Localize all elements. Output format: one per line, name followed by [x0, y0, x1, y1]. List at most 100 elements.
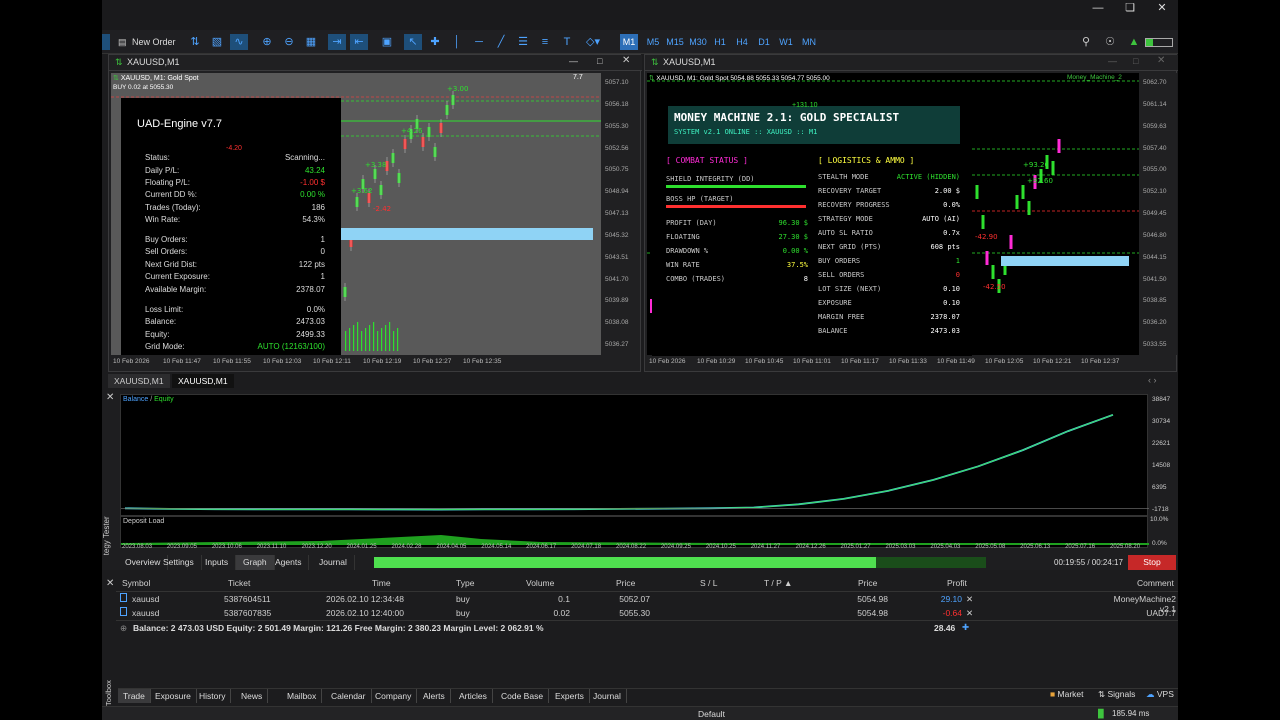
- table-row[interactable]: xauusd 5387604511 2026.02.10 12:34:48 buy 0.…: [116, 592, 1178, 614]
- market-button[interactable]: ■ Market: [1050, 689, 1084, 699]
- title-bar: — ❏ ✕: [102, 0, 1178, 30]
- col-sl[interactable]: S / L: [700, 578, 717, 588]
- account-icon[interactable]: ☉: [1101, 34, 1119, 50]
- profile-name[interactable]: Default: [698, 709, 725, 719]
- toolbox-tab-calendar[interactable]: Calendar: [326, 689, 372, 703]
- tf-m1[interactable]: M1: [620, 34, 638, 50]
- toolbox-tab-company[interactable]: Company: [370, 689, 418, 703]
- window-maximize-button[interactable]: □: [597, 56, 602, 66]
- search-icon[interactable]: ⚲: [1077, 34, 1095, 50]
- toolbox-tab-trade[interactable]: Trade: [118, 689, 151, 703]
- stop-button[interactable]: Stop: [1128, 555, 1176, 570]
- toolbox-tab-exposure[interactable]: Exposure: [150, 689, 197, 703]
- chart-plot-area[interactable]: ⇅ XAUUSD, M1: Gold Spot BUY 0.02 at 5055…: [111, 73, 601, 355]
- toolbox-tab-code-base[interactable]: Code Base: [496, 689, 550, 703]
- logistics-row-label: LOT SIZE (NEXT): [818, 285, 882, 293]
- x-tick: 2024.06.17: [526, 544, 557, 550]
- window-close-button[interactable]: ✕: [1157, 55, 1165, 66]
- zoom-in-icon[interactable]: ⊕: [258, 34, 276, 50]
- tf-m15[interactable]: M15: [664, 34, 686, 50]
- close-position-icon[interactable]: ✕: [966, 608, 973, 619]
- col-symbol[interactable]: Symbol: [122, 578, 150, 588]
- close-tester-button[interactable]: ✕: [106, 392, 114, 403]
- table-row[interactable]: xauusd 5387607835 2026.02.10 12:40:00 buy 0.…: [116, 606, 1178, 620]
- horizontal-line-icon[interactable]: ─: [470, 34, 488, 50]
- line-chart-icon[interactable]: ∿: [230, 34, 248, 50]
- window-minimize-button[interactable]: —: [1108, 56, 1117, 66]
- uad-row-value: 1: [320, 272, 325, 281]
- cell-type: buy: [456, 594, 470, 604]
- minimize-button[interactable]: —: [1082, 0, 1114, 16]
- close-button[interactable]: ✕: [1146, 0, 1178, 16]
- tester-tab-agents[interactable]: Agents: [268, 555, 310, 570]
- close-position-icon[interactable]: ✕: [966, 594, 973, 605]
- grid-icon[interactable]: ▦: [302, 34, 320, 50]
- candlestick-icon[interactable]: ▧: [208, 34, 226, 50]
- tester-tab-inputs[interactable]: Inputs: [198, 555, 237, 570]
- col-type[interactable]: Type: [456, 578, 474, 588]
- screenshot-icon[interactable]: ▣: [378, 34, 396, 50]
- add-icon[interactable]: ✚: [962, 622, 969, 633]
- tf-mn[interactable]: MN: [799, 34, 819, 50]
- maximize-button[interactable]: ❏: [1114, 0, 1146, 16]
- tester-tab-settings[interactable]: Settings: [156, 555, 202, 570]
- col-price[interactable]: Price: [616, 578, 635, 588]
- close-toolbox-button[interactable]: ✕: [106, 578, 114, 589]
- tf-m30[interactable]: M30: [687, 34, 709, 50]
- tf-m5[interactable]: M5: [644, 34, 662, 50]
- chart-window-left[interactable]: ⇅ XAUUSD,M1 — □ ✕ ⇅ XAUUSD, M1: Gold Spo…: [108, 54, 642, 372]
- signals-button[interactable]: ⇅ Signals: [1098, 689, 1135, 700]
- col-comment[interactable]: Comment: [1137, 578, 1174, 588]
- tf-d1[interactable]: D1: [755, 34, 773, 50]
- window-close-button[interactable]: ✕: [622, 55, 630, 66]
- price-tick: 5055.00: [1143, 166, 1167, 174]
- uad-row: Trades (Today): 186: [145, 203, 325, 215]
- chart-tab-1[interactable]: XAUUSD,M1: [108, 374, 170, 388]
- toolbox-tab-mailbox[interactable]: Mailbox: [282, 689, 323, 703]
- col-time[interactable]: Time: [372, 578, 391, 588]
- col-ticket[interactable]: Ticket: [228, 578, 250, 588]
- x-tick: 2025.07.16: [1065, 544, 1096, 550]
- shapes-icon[interactable]: ◇▾: [580, 34, 606, 50]
- col-tp[interactable]: T / P ▲: [764, 578, 792, 588]
- trendline-icon[interactable]: ╱: [492, 34, 510, 50]
- cell-comment: UAD7.7: [1146, 608, 1176, 618]
- fibonacci-icon[interactable]: ≡: [536, 34, 554, 50]
- window-title: XAUUSD,M1: [663, 57, 716, 67]
- window-maximize-button[interactable]: □: [1133, 56, 1138, 66]
- chart-tab-2[interactable]: XAUUSD,M1: [172, 374, 234, 388]
- autoscroll-icon[interactable]: ⇥: [328, 34, 346, 50]
- toolbox-tab-articles[interactable]: Articles: [454, 689, 493, 703]
- zoom-out-icon[interactable]: ⊖: [280, 34, 298, 50]
- tf-h1[interactable]: H1: [711, 34, 729, 50]
- new-order-button[interactable]: ▤ New Order: [116, 34, 176, 50]
- chart-window-right[interactable]: ⇅ XAUUSD,M1 — □ ✕ ⇅ XAUUSD, M1: Gold Spo…: [644, 54, 1178, 372]
- signal-icon[interactable]: ▲: [1125, 34, 1143, 50]
- vps-button[interactable]: ☁ VPS: [1146, 689, 1174, 700]
- window-minimize-button[interactable]: —: [569, 56, 578, 66]
- chart-plot-area[interactable]: ⇅ XAUUSD, M1: Gold Spot 5054.88 5055.33 …: [647, 73, 1139, 360]
- text-icon[interactable]: T: [558, 34, 576, 50]
- x-tick: 2024.10.25: [705, 544, 736, 550]
- toolbox-tab-history[interactable]: History: [194, 689, 232, 703]
- toolbox-tab-news[interactable]: News: [236, 689, 269, 703]
- col-profit[interactable]: Profit: [947, 578, 967, 588]
- tf-h4[interactable]: H4: [733, 34, 751, 50]
- balance-graph[interactable]: Balance / Equity: [120, 394, 1149, 516]
- toolbox-tab-experts[interactable]: Experts: [550, 689, 590, 703]
- cursor-icon[interactable]: ↖: [404, 34, 422, 50]
- channel-icon[interactable]: ☰: [514, 34, 532, 50]
- scroll-tabs-icon[interactable]: ‹ ›: [1148, 375, 1157, 385]
- tf-w1[interactable]: W1: [777, 34, 795, 50]
- crosshair-icon[interactable]: ✚: [426, 34, 444, 50]
- toolbox-tab-alerts[interactable]: Alerts: [418, 689, 451, 703]
- toolbox-tab-journal[interactable]: Journal: [588, 689, 627, 703]
- vertical-line-icon[interactable]: │: [448, 34, 466, 50]
- col-current-price[interactable]: Price: [858, 578, 877, 588]
- tester-tab-journal[interactable]: Journal: [312, 555, 355, 570]
- col-volume[interactable]: Volume: [526, 578, 554, 588]
- bar-chart-icon[interactable]: ⇅: [186, 34, 204, 50]
- chart-shift-icon[interactable]: ⇤: [350, 34, 368, 50]
- trade-label: -42.50: [983, 283, 1006, 291]
- toolbar-left-icon[interactable]: [102, 34, 110, 50]
